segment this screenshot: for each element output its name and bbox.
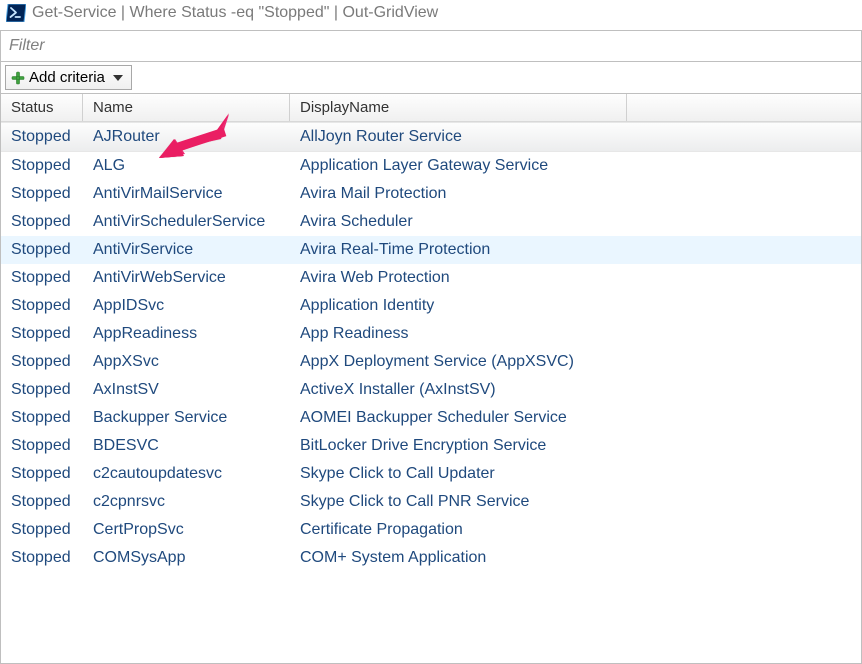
cell-spacer [627,404,861,432]
cell-status: Stopped [1,236,83,264]
column-header-displayname[interactable]: DisplayName [290,94,627,121]
cell-displayname: AllJoyn Router Service [290,123,627,151]
cell-status: Stopped [1,488,83,516]
table-row[interactable]: StoppedAntiVirMailServiceAvira Mail Prot… [1,180,861,208]
cell-status: Stopped [1,180,83,208]
titlebar: Get-Service | Where Status -eq "Stopped"… [0,0,862,30]
plus-icon [11,71,25,85]
add-criteria-label: Add criteria [29,69,105,86]
table-row[interactable]: StoppedAppReadinessApp Readiness [1,320,861,348]
cell-displayname: Avira Web Protection [290,264,627,292]
add-criteria-button[interactable]: Add criteria [5,65,132,90]
cell-spacer [627,488,861,516]
cell-name: c2cautoupdatesvc [83,460,290,488]
cell-spacer [627,123,861,151]
cell-name: AntiVirWebService [83,264,290,292]
table-row[interactable]: StoppedCertPropSvcCertificate Propagatio… [1,516,861,544]
cell-spacer [627,180,861,208]
cell-spacer [627,292,861,320]
cell-spacer [627,376,861,404]
table-row[interactable]: Stoppedc2cautoupdatesvcSkype Click to Ca… [1,460,861,488]
column-header-name[interactable]: Name [83,94,290,121]
cell-status: Stopped [1,348,83,376]
cell-spacer [627,348,861,376]
out-gridview-window: Get-Service | Where Status -eq "Stopped"… [0,0,862,664]
cell-spacer [627,460,861,488]
table-row[interactable]: StoppedBackupper ServiceAOMEI Backupper … [1,404,861,432]
cell-status: Stopped [1,152,83,180]
table-row[interactable]: StoppedAJRouterAllJoyn Router Service [1,122,861,152]
cell-displayname: COM+ System Application [290,544,627,572]
grid-body[interactable]: StoppedAJRouterAllJoyn Router ServiceSto… [1,122,861,572]
cell-status: Stopped [1,404,83,432]
cell-displayname: ActiveX Installer (AxInstSV) [290,376,627,404]
table-row[interactable]: StoppedCOMSysAppCOM+ System Application [1,544,861,572]
cell-displayname: Skype Click to Call Updater [290,460,627,488]
filter-bar [0,30,862,61]
grid: Status Name DisplayName StoppedAJRouterA… [0,93,862,664]
cell-displayname: Application Layer Gateway Service [290,152,627,180]
cell-displayname: AOMEI Backupper Scheduler Service [290,404,627,432]
cell-name: BDESVC [83,432,290,460]
cell-displayname: Application Identity [290,292,627,320]
cell-status: Stopped [1,376,83,404]
cell-name: AxInstSV [83,376,290,404]
column-header-spacer [627,94,861,121]
powershell-icon [6,4,26,22]
cell-spacer [627,320,861,348]
cell-displayname: AppX Deployment Service (AppXSVC) [290,348,627,376]
cell-displayname: Avira Mail Protection [290,180,627,208]
cell-status: Stopped [1,432,83,460]
cell-status: Stopped [1,460,83,488]
cell-spacer [627,544,861,572]
cell-displayname: BitLocker Drive Encryption Service [290,432,627,460]
cell-name: c2cpnrsvc [83,488,290,516]
cell-spacer [627,432,861,460]
filter-input[interactable] [1,31,861,61]
cell-name: AppReadiness [83,320,290,348]
cell-spacer [627,516,861,544]
cell-spacer [627,208,861,236]
cell-status: Stopped [1,516,83,544]
table-row[interactable]: Stoppedc2cpnrsvcSkype Click to Call PNR … [1,488,861,516]
cell-name: CertPropSvc [83,516,290,544]
cell-displayname: Certificate Propagation [290,516,627,544]
cell-status: Stopped [1,544,83,572]
grid-header-row: Status Name DisplayName [1,94,861,122]
cell-status: Stopped [1,320,83,348]
column-header-status[interactable]: Status [1,94,83,121]
table-row[interactable]: StoppedAntiVirWebServiceAvira Web Protec… [1,264,861,292]
table-row[interactable]: StoppedAntiVirSchedulerServiceAvira Sche… [1,208,861,236]
cell-displayname: Skype Click to Call PNR Service [290,488,627,516]
table-row[interactable]: StoppedAppXSvcAppX Deployment Service (A… [1,348,861,376]
cell-status: Stopped [1,123,83,151]
cell-name: AppXSvc [83,348,290,376]
cell-spacer [627,264,861,292]
window-title: Get-Service | Where Status -eq "Stopped"… [32,4,438,22]
cell-name: AppIDSvc [83,292,290,320]
cell-name: AJRouter [83,123,290,151]
cell-displayname: Avira Scheduler [290,208,627,236]
cell-status: Stopped [1,292,83,320]
table-row[interactable]: StoppedBDESVCBitLocker Drive Encryption … [1,432,861,460]
table-row[interactable]: StoppedAntiVirServiceAvira Real-Time Pro… [1,236,861,264]
cell-displayname: App Readiness [290,320,627,348]
cell-status: Stopped [1,208,83,236]
cell-status: Stopped [1,264,83,292]
cell-name: AntiVirSchedulerService [83,208,290,236]
cell-name: ALG [83,152,290,180]
table-row[interactable]: StoppedALGApplication Layer Gateway Serv… [1,152,861,180]
table-row[interactable]: StoppedAxInstSVActiveX Installer (AxInst… [1,376,861,404]
cell-name: AntiVirMailService [83,180,290,208]
cell-displayname: Avira Real-Time Protection [290,236,627,264]
cell-name: AntiVirService [83,236,290,264]
cell-name: Backupper Service [83,404,290,432]
cell-spacer [627,236,861,264]
criteria-bar: Add criteria [0,61,862,93]
cell-spacer [627,152,861,180]
table-row[interactable]: StoppedAppIDSvcApplication Identity [1,292,861,320]
chevron-down-icon [113,75,123,81]
cell-name: COMSysApp [83,544,290,572]
